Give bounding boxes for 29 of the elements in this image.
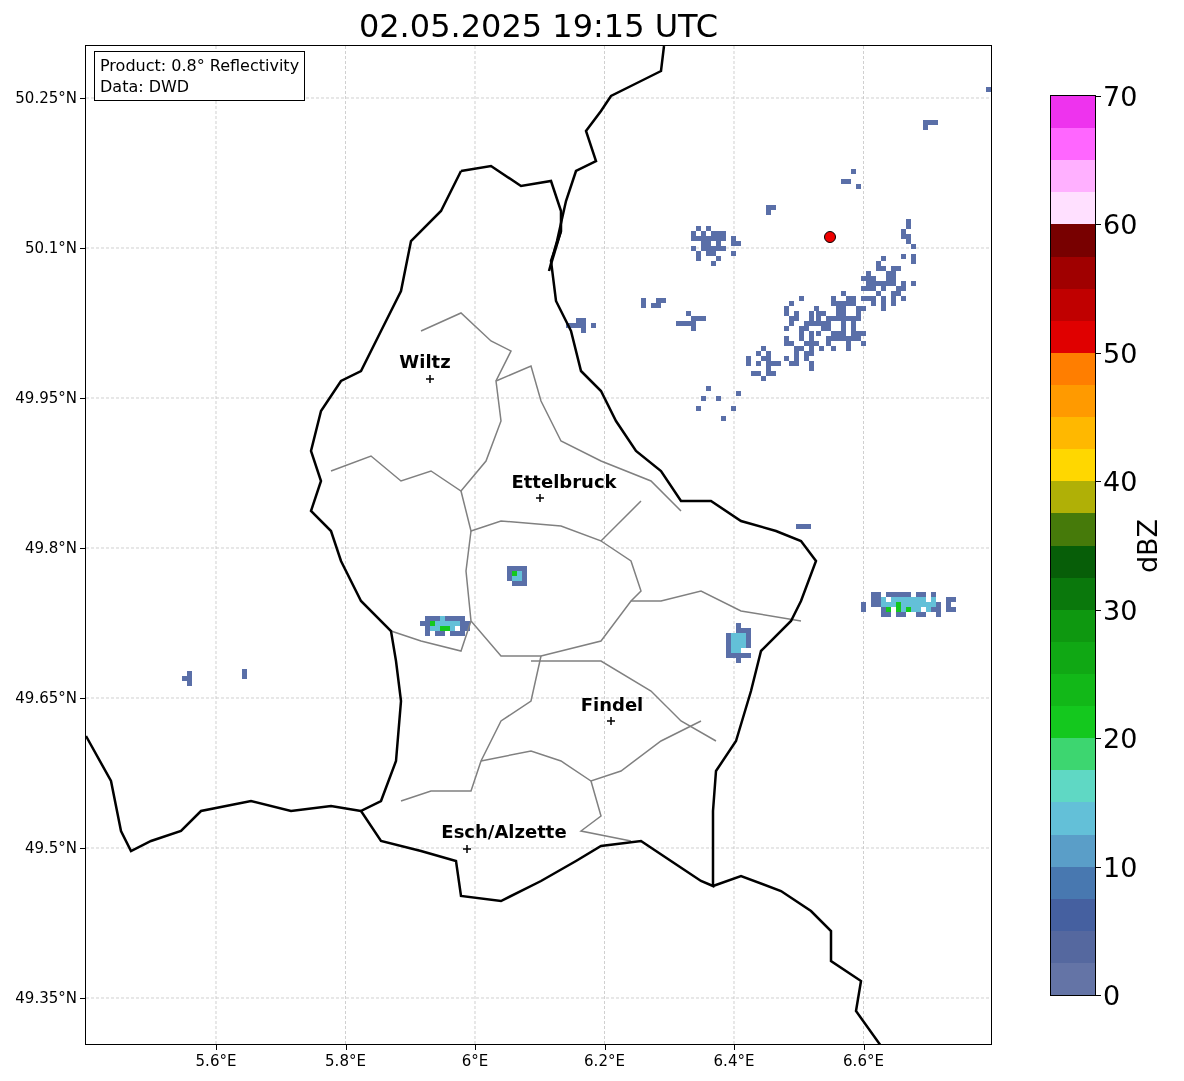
city-label: Esch/Alzette	[441, 821, 567, 842]
axis-label: 6.2°E	[584, 1052, 625, 1070]
axis-label: 49.95°N	[15, 389, 77, 407]
legend-label: 0	[1103, 979, 1121, 1011]
legend-label: 30	[1103, 594, 1138, 626]
axis-label: 5.8°E	[325, 1052, 366, 1070]
axis-label: 50.1°N	[24, 239, 77, 257]
axis-label: 49.65°N	[15, 689, 77, 707]
axis-label: 49.5°N	[24, 839, 77, 857]
chart-title: 02.05.2025 19:15 UTC	[357, 6, 720, 45]
axis-label: 6°E	[461, 1052, 489, 1070]
legend-label: 70	[1103, 80, 1138, 112]
legend-label: 10	[1103, 851, 1138, 883]
axis-label: 5.6°E	[195, 1052, 237, 1070]
legend-title: dBZ	[1131, 518, 1163, 574]
legend-label: 20	[1103, 722, 1138, 754]
info-text: Product: 0.8° Reflectivity	[100, 55, 300, 76]
legend-label: 60	[1103, 208, 1138, 240]
axis-label: 49.8°N	[24, 539, 77, 557]
city-label: Ettelbruck	[511, 471, 617, 492]
axis-label: 49.35°N	[15, 989, 77, 1007]
legend-label: 50	[1103, 337, 1138, 369]
axis-label: 6.4°E	[713, 1052, 755, 1070]
city-label: Wiltz	[399, 351, 451, 372]
city-label: Findel	[580, 694, 644, 715]
info-text: Data: DWD	[100, 76, 191, 97]
axis-label: 6.6°E	[843, 1052, 884, 1070]
legend-label: 40	[1103, 465, 1138, 497]
axis-label: 50.25°N	[15, 89, 77, 107]
